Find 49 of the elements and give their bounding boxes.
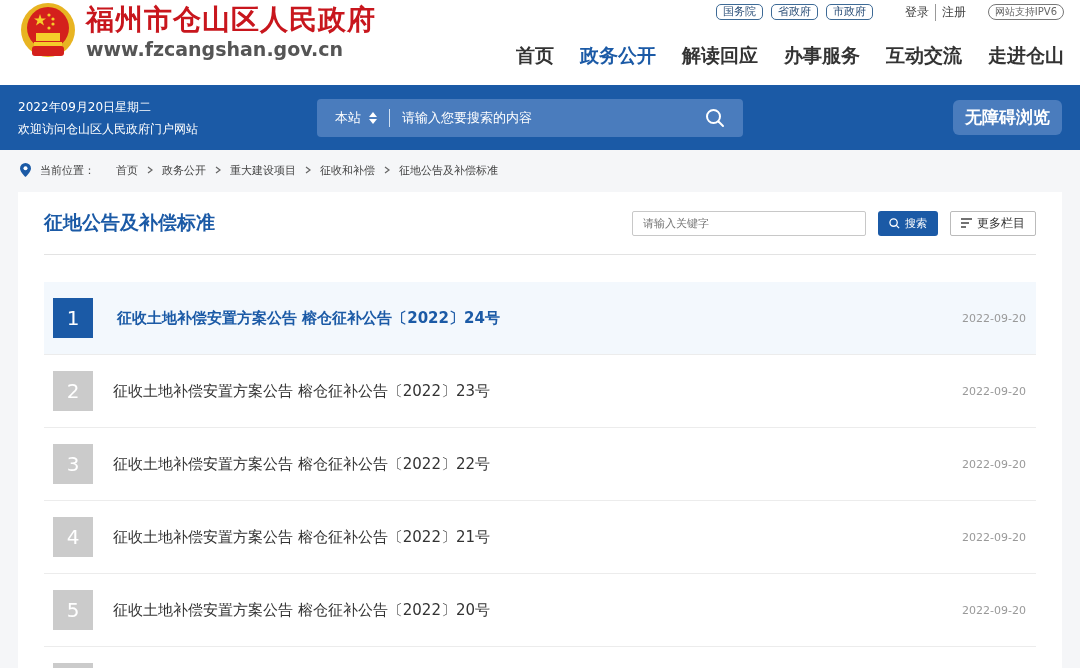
list-row[interactable]: 1 征收土地补偿安置方案公告 榕仓征补公告〔2022〕24号 2022-09-20 <box>44 282 1036 355</box>
breadcrumb-link[interactable]: 征收和补偿 <box>320 162 375 178</box>
gov-link[interactable]: 国务院 <box>715 4 763 20</box>
nav-tab[interactable]: 走进仓山 <box>988 43 1064 69</box>
number-badge: 1 <box>53 298 93 338</box>
article-link[interactable]: 征收土地补偿安置方案公告 榕仓征补公告〔2022〕20号 <box>113 600 491 620</box>
nav-tab[interactable]: 政务公开 <box>580 43 656 69</box>
chevron-icon <box>215 166 221 174</box>
date-text: 2022-09-20 <box>962 457 1026 471</box>
breadcrumb-link[interactable]: 重大建设项目 <box>230 162 296 178</box>
nav-tab[interactable]: 互动交流 <box>886 43 962 69</box>
date-text: 2022-09-20 <box>962 311 1026 325</box>
chevron-icon <box>305 166 311 174</box>
section-title: 征地公告及补偿标准 <box>44 210 215 235</box>
chevron-icon <box>147 166 153 174</box>
date-text: 2022年09月20日星期二 <box>18 98 153 116</box>
location-pin-icon <box>20 163 31 177</box>
sort-caret-icon <box>369 111 377 124</box>
account-link[interactable]: 注册 <box>934 3 972 21</box>
gov-link[interactable]: 市政府 <box>825 4 873 20</box>
search-field[interactable]: 本站 请输入您要搜索的内容 <box>317 98 743 137</box>
nav-tab[interactable]: 办事服务 <box>784 43 860 69</box>
article-link[interactable]: 征收土地补偿安置方案公告 榕仓征补公告〔2022〕22号 <box>113 454 491 474</box>
nav-tab[interactable]: 解读回应 <box>682 43 758 69</box>
gov-link[interactable]: 省政府 <box>770 4 818 20</box>
accessibility-button[interactable]: 无障碍浏览 <box>953 100 1062 135</box>
article-link[interactable]: 征收土地补偿安置方案公告 榕仓征补公告〔2022〕24号 <box>117 308 500 328</box>
welcome-text: 欢迎访问仓山区人民政府门户网站 <box>18 120 199 138</box>
date-text: 2022-09-20 <box>962 530 1026 544</box>
breadcrumb-link[interactable]: 征地公告及补偿标准 <box>399 162 498 178</box>
more-columns-button[interactable]: 更多栏目 <box>950 210 1036 236</box>
scope-dropdown[interactable]: 本站 <box>335 108 390 127</box>
site-name: 福州市仓山区人民政府 <box>86 2 376 38</box>
date-text: 2022-09-20 <box>962 603 1026 617</box>
search-icon <box>889 217 900 229</box>
article-link[interactable]: 征收土地补偿安置方案公告 榕仓征补公告〔2022〕21号 <box>113 527 491 547</box>
date-text: 2022-09-20 <box>962 384 1026 398</box>
search-icon[interactable] <box>705 107 725 128</box>
account-link[interactable]: 登录 <box>898 3 935 21</box>
site-url: www.fzcangshan.gov.cn <box>86 38 345 60</box>
list-icon <box>961 218 972 228</box>
search-button[interactable]: 搜索 <box>878 210 938 236</box>
article-link[interactable]: 征收土地补偿安置方案公告 榕仓征补公告〔2022〕23号 <box>113 381 491 401</box>
breadcrumb-link[interactable]: 政务公开 <box>162 162 206 178</box>
breadcrumb-link[interactable]: 首页 <box>116 162 138 178</box>
breadcrumb-label: 当前位置： <box>40 162 95 178</box>
keyword-field[interactable]: 请输入关键字 <box>632 210 866 236</box>
nav-tab[interactable]: 首页 <box>516 43 554 69</box>
chevron-icon <box>384 166 390 174</box>
